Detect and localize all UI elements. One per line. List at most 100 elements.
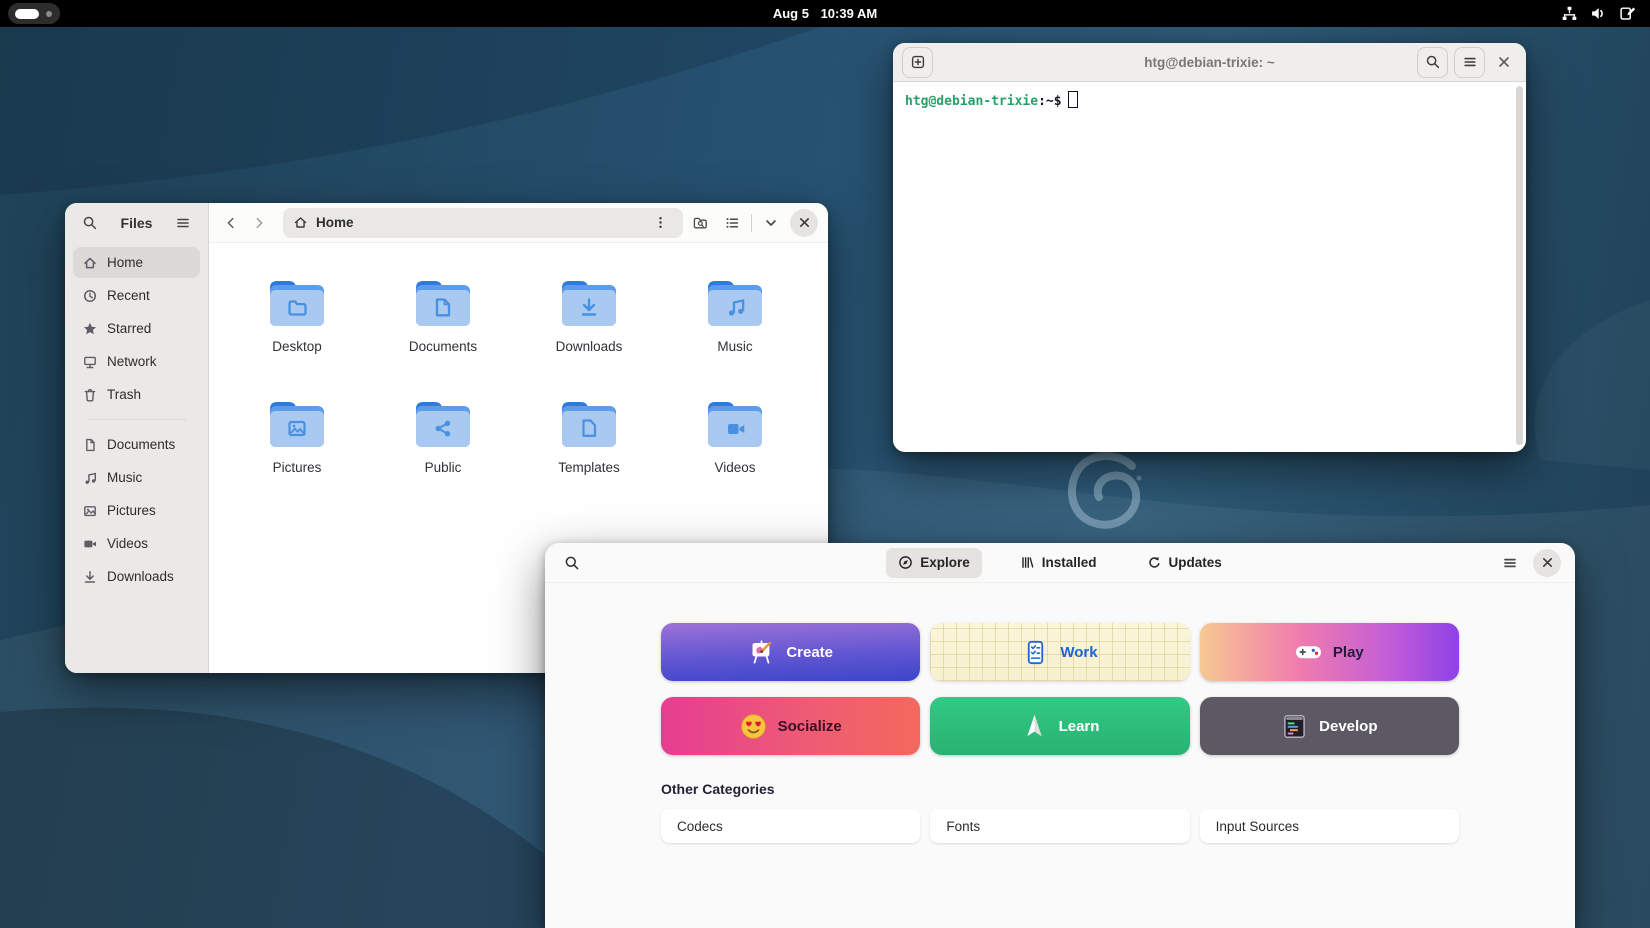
folder-music[interactable]: Music [662, 276, 808, 373]
search-folder-icon[interactable] [687, 210, 713, 236]
clock-time: 10:39 AM [821, 6, 878, 21]
kebab-menu-icon[interactable] [647, 210, 673, 236]
category-fonts[interactable]: Fonts [930, 809, 1189, 843]
sidebar-item-downloads[interactable]: Downloads [73, 561, 200, 592]
terminal-menu-button[interactable] [1454, 47, 1485, 78]
video-icon [82, 536, 98, 552]
new-tab-button[interactable] [902, 47, 933, 78]
close-button[interactable] [1533, 549, 1561, 577]
category-work[interactable]: Work [930, 623, 1189, 681]
home-icon [82, 255, 98, 271]
terminal-search-button[interactable] [1417, 47, 1448, 78]
software-window: Explore Installed Updates [545, 543, 1575, 928]
gamepad-icon [1295, 639, 1322, 666]
current-location: Home [316, 215, 354, 230]
sidebar-item-videos[interactable]: Videos [73, 528, 200, 559]
folder-label: Music [717, 339, 752, 354]
category-label: Develop [1319, 718, 1377, 735]
path-bar[interactable]: Home [283, 208, 683, 238]
top-bar: Aug 5 10:39 AM [0, 0, 1650, 27]
files-sidebar-header[interactable]: Files [65, 203, 208, 243]
folder-grid: Desktop Documents [224, 276, 828, 494]
easel-paint-icon [748, 639, 775, 666]
image-icon [82, 503, 98, 519]
software-body: Create Work Play [545, 583, 1575, 843]
folder-label: Pictures [273, 460, 322, 475]
folder-label: Documents [409, 339, 477, 354]
software-header[interactable]: Explore Installed Updates [545, 543, 1575, 583]
sidebar-item-network[interactable]: Network [73, 346, 200, 377]
category-play[interactable]: Play [1200, 623, 1459, 681]
category-input-sources[interactable]: Input Sources [1200, 809, 1459, 843]
folder-public[interactable]: Public [370, 397, 516, 494]
list-view-icon[interactable] [719, 210, 745, 236]
tab-updates[interactable]: Updates [1135, 548, 1234, 578]
sidebar-item-pictures[interactable]: Pictures [73, 495, 200, 526]
terminal-prompt-suffix: :~$ [1038, 94, 1061, 109]
sidebar-separator [87, 419, 186, 420]
category-learn[interactable]: Learn [930, 697, 1189, 755]
document-icon [82, 437, 98, 453]
folder-icon [702, 276, 768, 330]
terminal-scrollbar[interactable] [1516, 86, 1523, 445]
terminal-body[interactable]: htg@debian-trixie:~$ [893, 82, 1526, 451]
tab-installed[interactable]: Installed [1008, 548, 1109, 578]
toolbar-divider [751, 214, 752, 232]
star-icon [82, 321, 98, 337]
volume-icon [1590, 5, 1607, 22]
terminal-prompt-user: htg@debian-trixie [905, 94, 1038, 109]
task-list-icon [1022, 639, 1049, 666]
category-label: Play [1333, 644, 1364, 661]
download-icon [82, 569, 98, 585]
home-icon [293, 215, 308, 230]
terminal-window: htg@debian-trixie: ~ htg@debian-trixie:~… [893, 43, 1526, 452]
folder-videos[interactable]: Videos [662, 397, 808, 494]
folder-icon [556, 397, 622, 451]
files-header[interactable]: Home [209, 203, 828, 243]
hamburger-menu-icon[interactable] [1497, 550, 1523, 576]
trash-icon [82, 387, 98, 403]
tab-label: Updates [1169, 555, 1222, 570]
folder-pictures[interactable]: Pictures [224, 397, 370, 494]
heart-eyes-emoji-icon [740, 713, 767, 740]
folder-label: Downloads [556, 339, 623, 354]
clock-date: Aug 5 [773, 6, 809, 21]
folder-desktop[interactable]: Desktop [224, 276, 370, 373]
tab-explore[interactable]: Explore [886, 548, 982, 578]
forward-button[interactable] [247, 211, 271, 235]
close-button[interactable] [790, 209, 818, 237]
folder-icon [702, 397, 768, 451]
sidebar-item-music[interactable]: Music [73, 462, 200, 493]
category-codecs[interactable]: Codecs [661, 809, 920, 843]
sidebar-item-documents[interactable]: Documents [73, 429, 200, 460]
folder-label: Public [425, 460, 462, 475]
category-develop[interactable]: Develop [1200, 697, 1459, 755]
folder-templates[interactable]: Templates [516, 397, 662, 494]
back-button[interactable] [219, 211, 243, 235]
sidebar-label: Recent [107, 288, 150, 303]
tab-label: Explore [920, 555, 970, 570]
terminal-cursor [1068, 91, 1078, 108]
folder-downloads[interactable]: Downloads [516, 276, 662, 373]
terminal-header[interactable]: htg@debian-trixie: ~ [893, 43, 1526, 82]
category-create[interactable]: Create [661, 623, 920, 681]
sidebar-item-home[interactable]: Home [73, 247, 200, 278]
folder-documents[interactable]: Documents [370, 276, 516, 373]
category-label: Create [786, 644, 833, 661]
clock[interactable]: Aug 5 10:39 AM [0, 6, 1650, 21]
sidebar-item-starred[interactable]: Starred [73, 313, 200, 344]
category-socialize[interactable]: Socialize [661, 697, 920, 755]
compass-icon [898, 555, 913, 570]
category-label: Work [1060, 644, 1097, 661]
terminal-close-button[interactable] [1491, 49, 1517, 75]
hamburger-menu-icon[interactable] [170, 210, 196, 236]
sidebar-label: Videos [107, 536, 148, 551]
folder-icon [264, 397, 330, 451]
sidebar-item-trash[interactable]: Trash [73, 379, 200, 410]
sidebar-item-recent[interactable]: Recent [73, 280, 200, 311]
system-status-area[interactable] [1561, 5, 1636, 22]
view-options-chevron-icon[interactable] [758, 210, 784, 236]
folder-label: Videos [714, 460, 755, 475]
software-tabs: Explore Installed Updates [545, 548, 1575, 578]
network-icon [82, 354, 98, 370]
